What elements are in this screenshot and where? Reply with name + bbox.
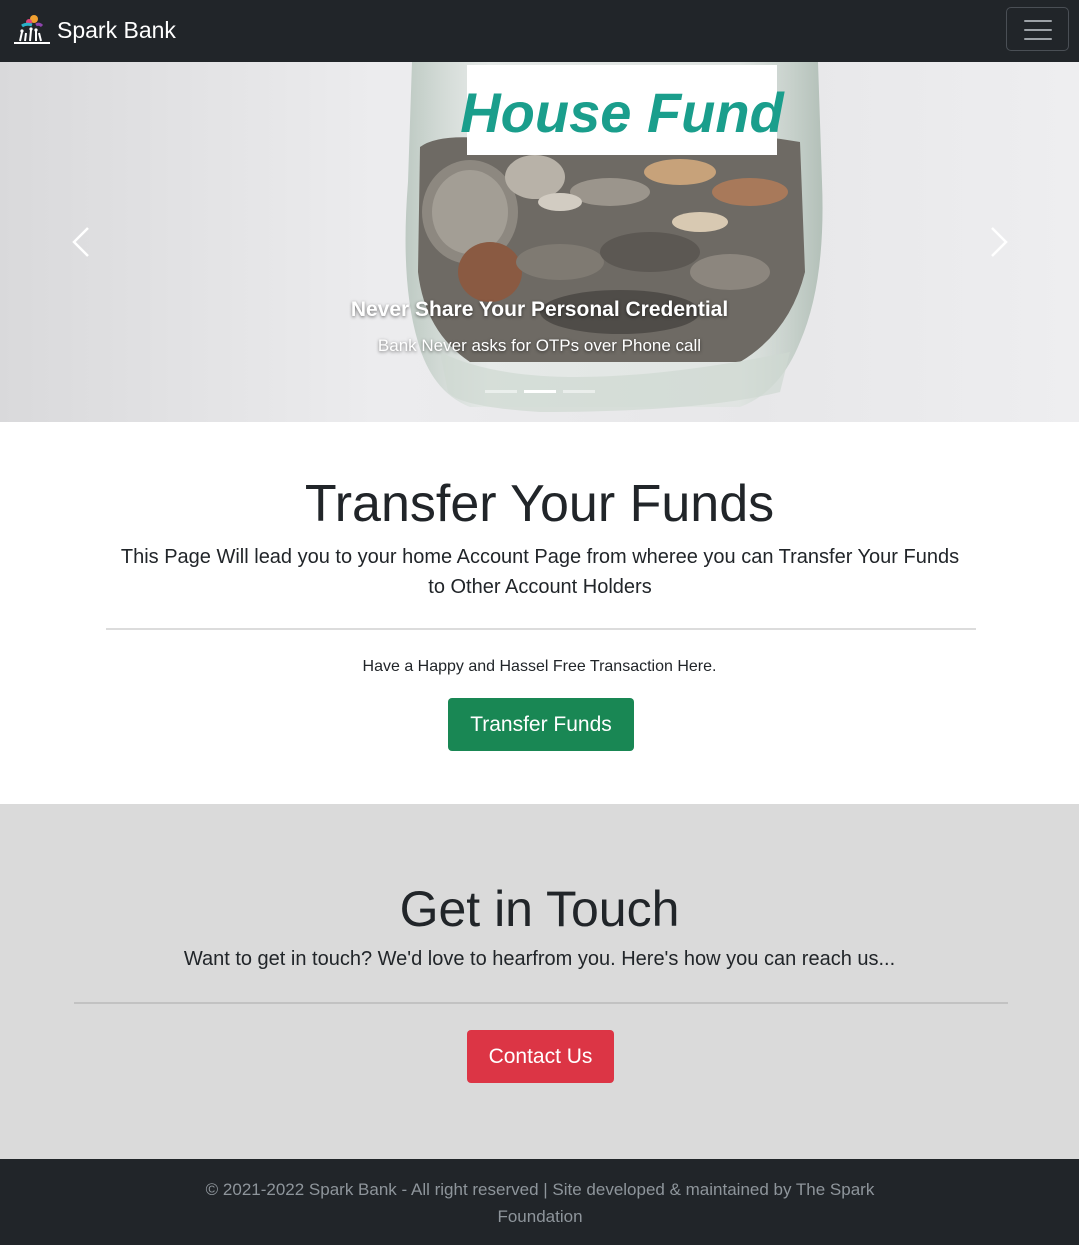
contact-us-button[interactable]: Contact Us: [467, 1030, 614, 1083]
carousel-indicator-3[interactable]: [563, 390, 595, 393]
contact-divider: [74, 1002, 1008, 1004]
carousel-prev-button[interactable]: [50, 212, 110, 272]
hero-carousel: House Fund Never Share Your Personal Cre…: [0, 62, 1079, 422]
jar-label-text: House Fund: [460, 81, 785, 144]
menu-toggle-button[interactable]: [1006, 7, 1069, 51]
chevron-right-icon: [991, 227, 1008, 257]
transfer-section: Transfer Your Funds This Page Will lead …: [0, 422, 1079, 804]
transfer-divider: [106, 628, 976, 630]
brand-link[interactable]: Spark Bank: [12, 12, 176, 48]
brand-name: Spark Bank: [57, 16, 176, 43]
carousel-next-button[interactable]: [970, 212, 1030, 272]
house-fund-jar-image: House Fund: [0, 62, 1079, 422]
footer-copyright: © 2021-2022 Spark Bank - All right reser…: [205, 1180, 875, 1226]
carousel-indicators: [485, 390, 595, 393]
transfer-note: Have a Happy and Hassel Free Transaction…: [362, 658, 717, 675]
carousel-caption-subtitle: Bank Never asks for OTPs over Phone call: [377, 336, 702, 355]
chevron-left-icon: [72, 227, 89, 257]
hamburger-menu-icon: [1024, 20, 1052, 22]
contact-title: Get in Touch: [399, 881, 680, 937]
spark-bank-logo: [14, 15, 50, 44]
carousel-indicator-2[interactable]: [524, 390, 556, 393]
transfer-funds-button[interactable]: Transfer Funds: [448, 698, 634, 751]
navbar: Spark Bank: [0, 0, 1079, 62]
hamburger-bar: [1024, 29, 1052, 31]
transfer-lead: This Page Will lead you to your home Acc…: [120, 546, 960, 598]
carousel-caption-title: Never Share Your Personal Credential: [350, 298, 729, 321]
hamburger-bar: [1024, 38, 1052, 40]
footer: © 2021-2022 Spark Bank - All right reser…: [0, 1159, 1079, 1245]
transfer-title: Transfer Your Funds: [304, 475, 775, 533]
contact-section: Get in Touch Want to get in touch? We'd …: [0, 804, 1079, 1159]
contact-lead: Want to get in touch? We'd love to hearf…: [183, 948, 896, 970]
carousel-indicator-1[interactable]: [485, 390, 517, 393]
